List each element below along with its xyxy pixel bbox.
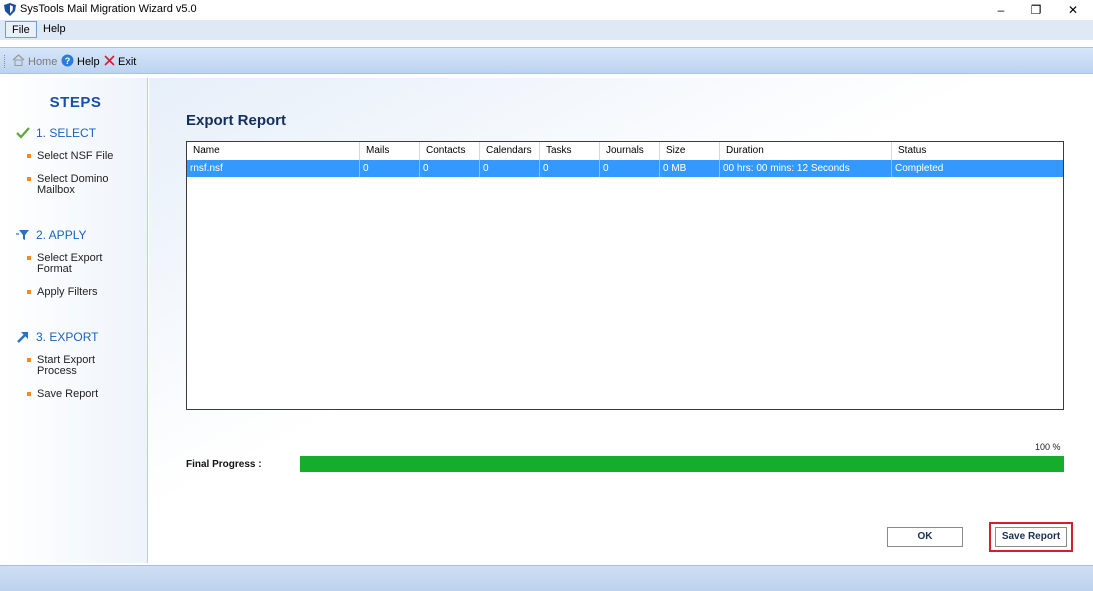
- home-icon: [12, 54, 25, 69]
- toolbar-grip: [4, 55, 7, 68]
- close-button[interactable]: ✕: [1055, 0, 1091, 20]
- menu-bar: File Help: [0, 20, 1093, 40]
- cell-mails: 0: [360, 160, 420, 177]
- svg-text:?: ?: [65, 56, 71, 66]
- menu-help[interactable]: Help: [37, 21, 72, 38]
- exit-x-icon: [104, 54, 115, 69]
- col-tasks-header[interactable]: Tasks: [540, 142, 600, 160]
- substep-save-report: Save Report: [26, 388, 99, 400]
- step-export-label: 3. EXPORT: [36, 330, 99, 344]
- cell-tasks: 0: [540, 160, 600, 177]
- cell-size: 0 MB: [660, 160, 720, 177]
- cell-calendars: 0: [480, 160, 540, 177]
- col-contacts-header[interactable]: Contacts: [420, 142, 480, 160]
- ok-button[interactable]: OK: [887, 527, 963, 547]
- export-arrow-icon: [16, 330, 30, 344]
- window-title: SysTools Mail Migration Wizard v5.0: [20, 3, 197, 15]
- minimize-button[interactable]: –: [983, 0, 1019, 20]
- menu-file[interactable]: File: [5, 21, 37, 38]
- home-button[interactable]: Home: [12, 54, 57, 69]
- substep-apply-filters: Apply Filters: [27, 286, 98, 298]
- filter-icon: [16, 228, 30, 242]
- progress-bar-fill: [300, 456, 1064, 472]
- page-title: Export Report: [186, 112, 287, 129]
- col-mails-header[interactable]: Mails: [360, 142, 420, 160]
- col-name-header[interactable]: Name: [187, 142, 360, 160]
- title-bar: SysTools Mail Migration Wizard v5.0 – ❐ …: [0, 0, 1093, 20]
- col-duration-header[interactable]: Duration: [720, 142, 892, 160]
- toolbar: Home ? Help Exit: [0, 47, 1093, 74]
- status-bar: [0, 565, 1093, 591]
- col-size-header[interactable]: Size: [660, 142, 720, 160]
- step-export: 3. EXPORT: [16, 330, 98, 344]
- table-header: Name Mails Contacts Calendars Tasks Jour…: [187, 142, 1063, 160]
- steps-title: STEPS: [49, 94, 102, 111]
- save-report-highlight: Save Report: [989, 522, 1073, 552]
- step-apply-label: 2. APPLY: [36, 228, 87, 242]
- help-label: Help: [77, 55, 100, 68]
- exit-label: Exit: [118, 55, 137, 68]
- cell-duration: 00 hrs: 00 mins: 12 Seconds: [720, 160, 892, 177]
- final-progress-bar: [300, 456, 1064, 472]
- cell-journals: 0: [600, 160, 660, 177]
- col-status-header[interactable]: Status: [892, 142, 1063, 160]
- step-select-label: 1. SELECT: [36, 126, 97, 140]
- cell-name: rnsf.nsf: [187, 160, 360, 177]
- col-journals-header[interactable]: Journals: [600, 142, 660, 160]
- steps-sidebar: STEPS 1. SELECT Select NSF File Select D…: [3, 78, 148, 563]
- progress-percent: 100 %: [1035, 442, 1061, 452]
- substep-start-export-process: Start Export Process: [26, 354, 96, 377]
- check-icon: [16, 126, 30, 140]
- col-calendars-header[interactable]: Calendars: [480, 142, 540, 160]
- step-apply: 2. APPLY: [16, 228, 86, 242]
- final-progress-label: Final Progress :: [186, 459, 262, 470]
- maximize-button[interactable]: ❐: [1018, 0, 1054, 20]
- substep-select-domino-mailbox: Select Domino Mailbox: [27, 173, 109, 196]
- table-row[interactable]: rnsf.nsf 0 0 0 0 0 0 MB 00 hrs: 00 mins:…: [187, 160, 1063, 177]
- substep-select-nsf-file: Select NSF File: [26, 150, 114, 162]
- export-report-table[interactable]: Name Mails Contacts Calendars Tasks Jour…: [186, 141, 1064, 410]
- main-panel: Export Report Name Mails Contacts Calend…: [149, 78, 1091, 563]
- cell-contacts: 0: [420, 160, 480, 177]
- exit-button[interactable]: Exit: [104, 54, 136, 69]
- cell-status: Completed: [895, 163, 944, 174]
- home-label: Home: [28, 55, 58, 68]
- help-icon: ?: [61, 54, 74, 70]
- help-button[interactable]: ? Help: [61, 54, 100, 69]
- substep-select-export-format: Select Export Format: [26, 252, 103, 275]
- save-report-button[interactable]: Save Report: [995, 527, 1067, 547]
- step-select: 1. SELECT: [16, 126, 96, 140]
- app-shield-icon: [4, 3, 16, 16]
